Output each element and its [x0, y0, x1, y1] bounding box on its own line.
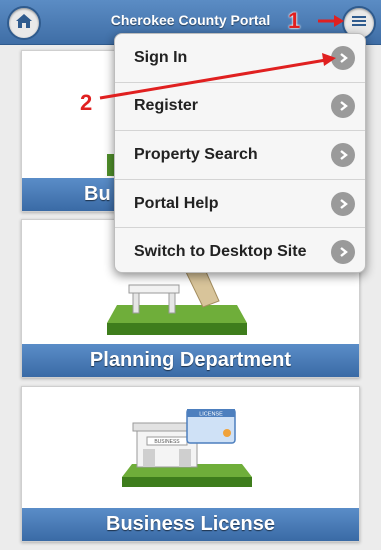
annotation-number-1: 1 — [288, 8, 301, 33]
annotation-number-2: 2 — [80, 90, 93, 115]
annotation-arrows — [99, 15, 344, 100]
annotation-arrow-2 — [99, 58, 327, 100]
